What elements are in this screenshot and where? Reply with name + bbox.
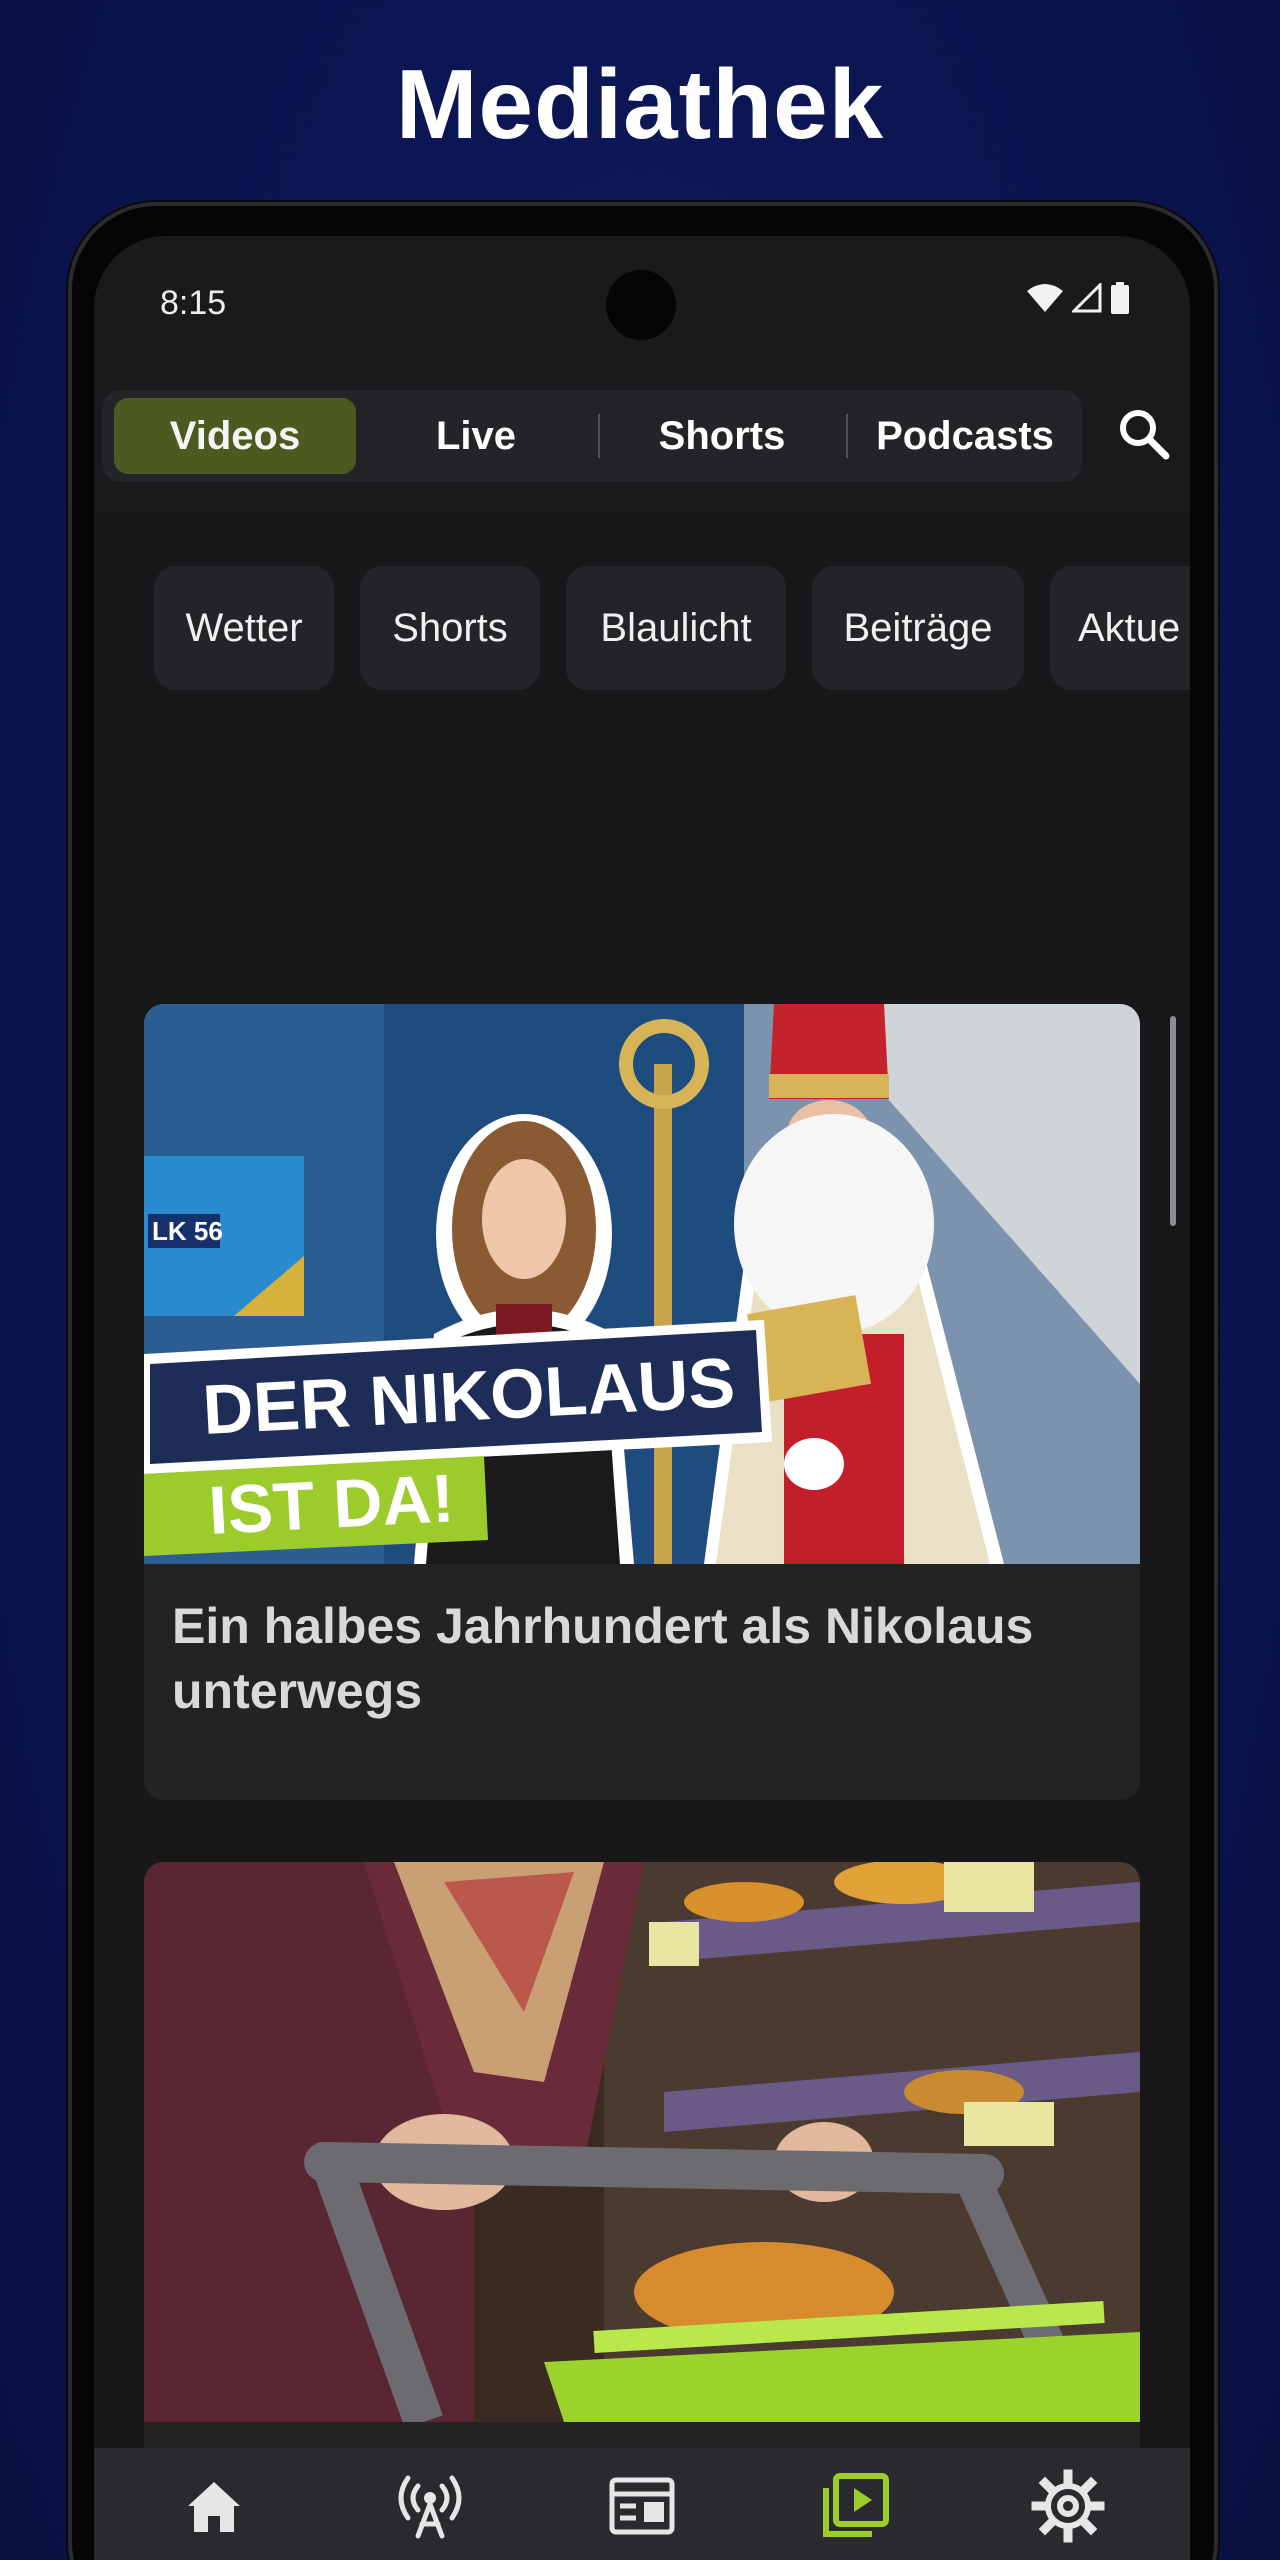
nav-home[interactable]	[174, 2466, 254, 2546]
status-bar: 8:15	[94, 236, 1190, 366]
tab-videos[interactable]: Videos	[114, 398, 356, 474]
home-icon	[188, 2482, 240, 2532]
gear-icon	[1031, 2469, 1105, 2543]
thumbnail-screen-text: LK 56	[152, 1216, 223, 1246]
front-camera	[606, 270, 676, 340]
chip-blaulicht[interactable]: Blaulicht	[566, 566, 786, 690]
video-title[interactable]: Ein halbes Jahrhundert als Nikolaus unte…	[144, 1564, 1140, 1724]
headline: Mediathek	[395, 49, 885, 159]
wifi-icon	[1027, 284, 1063, 312]
live-antenna-icon	[398, 2475, 462, 2539]
category-chips: Wetter Shorts Blaulicht Beiträge Aktue	[154, 566, 1190, 696]
video-card[interactable]: LK 56 DER NIKOLAUS IST DA! Ein halbes Ja…	[144, 1004, 1140, 1800]
signal-icon	[1072, 283, 1102, 313]
battery-icon	[1111, 282, 1129, 314]
nav-settings[interactable]	[1028, 2466, 1108, 2546]
chip-aktuelles[interactable]: Aktue	[1050, 566, 1190, 690]
search-button[interactable]	[1114, 404, 1174, 464]
nav-mediathek[interactable]	[816, 2466, 896, 2546]
tab-live[interactable]: Live	[356, 398, 596, 474]
thumbnail-senioren	[144, 1862, 1140, 2422]
video-feed[interactable]: Wetter Shorts Blaulicht Beiträge Aktue L…	[94, 514, 1190, 2560]
thumbnail-nikolaus: LK 56 DER NIKOLAUS IST DA!	[144, 1004, 1140, 1564]
search-icon	[1120, 410, 1170, 460]
app-screen: 8:15 Videos Live Shorts Podcasts Wetter …	[94, 236, 1190, 2560]
tab-podcasts[interactable]: Podcasts	[848, 398, 1082, 474]
nav-live[interactable]	[390, 2466, 470, 2546]
news-icon	[609, 2477, 675, 2535]
status-time: 8:15	[160, 284, 227, 322]
mediathek-video-icon	[823, 2473, 889, 2537]
video-thumbnail[interactable]	[144, 1862, 1140, 2422]
chip-beitraege[interactable]: Beiträge	[812, 566, 1024, 690]
thumbnail-banner-line2: IST DA!	[207, 1460, 456, 1549]
phone-frame: 8:15 Videos Live Shorts Podcasts Wetter …	[72, 206, 1214, 2560]
chip-shorts[interactable]: Shorts	[360, 566, 540, 690]
tab-shorts[interactable]: Shorts	[600, 398, 844, 474]
scrollbar[interactable]	[1170, 1016, 1176, 1226]
status-icons	[1026, 282, 1130, 314]
bottom-navigation	[94, 2448, 1190, 2560]
nav-news[interactable]	[602, 2466, 682, 2546]
tab-bar: Videos Live Shorts Podcasts	[102, 390, 1082, 482]
chip-wetter[interactable]: Wetter	[154, 566, 334, 690]
video-thumbnail[interactable]: LK 56 DER NIKOLAUS IST DA!	[144, 1004, 1140, 1564]
